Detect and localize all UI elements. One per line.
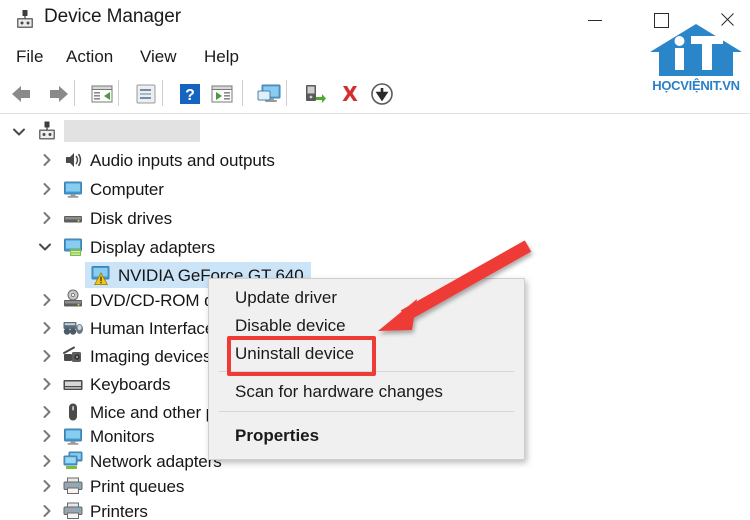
scan-hardware-icon[interactable] bbox=[256, 80, 284, 108]
chevron-right-icon[interactable] bbox=[38, 452, 56, 470]
chevron-down-icon[interactable] bbox=[36, 238, 54, 256]
watermark-logo: HỌCVIỆNIT.VN bbox=[645, 22, 745, 100]
disk-drive-icon bbox=[62, 208, 84, 230]
enable-device-icon[interactable] bbox=[300, 80, 328, 108]
minimize-icon bbox=[588, 19, 602, 21]
toolbar-divider bbox=[0, 113, 750, 114]
chevron-down-icon[interactable] bbox=[10, 123, 28, 141]
uninstall-device-icon[interactable] bbox=[336, 80, 364, 108]
window-title: Device Manager bbox=[44, 6, 181, 27]
tree-item-label: Display adapters bbox=[90, 238, 216, 257]
tree-item-label: Disk drives bbox=[90, 209, 173, 228]
toolbar-separator bbox=[118, 80, 119, 106]
tree-item-label: Computer bbox=[90, 180, 164, 199]
help-icon[interactable]: ? bbox=[176, 80, 204, 108]
context-menu-item-properties[interactable]: Properties bbox=[209, 421, 524, 451]
toolbar-separator bbox=[242, 80, 243, 106]
minimize-button[interactable] bbox=[572, 0, 618, 40]
chevron-right-icon[interactable] bbox=[38, 403, 56, 421]
monitor-icon bbox=[62, 178, 84, 200]
disable-device-icon[interactable] bbox=[368, 80, 396, 108]
root-computer-name-redacted bbox=[64, 120, 200, 142]
tree-item-label: Network adapters bbox=[90, 452, 222, 471]
imaging-device-icon bbox=[62, 345, 84, 367]
svg-text:?: ? bbox=[185, 87, 195, 104]
dvd-drive-icon bbox=[62, 288, 84, 310]
network-adapter-icon bbox=[62, 450, 84, 472]
chevron-right-icon[interactable] bbox=[38, 477, 56, 495]
chevron-right-icon[interactable] bbox=[38, 347, 56, 365]
tree-item-label: Monitors bbox=[90, 427, 155, 446]
forward-icon[interactable] bbox=[44, 80, 72, 108]
menu-action[interactable]: Action bbox=[62, 45, 117, 69]
toolbar-separator bbox=[286, 80, 287, 106]
device-manager-icon bbox=[14, 8, 36, 30]
chevron-right-icon[interactable] bbox=[38, 319, 56, 337]
context-menu-item-scan-for-hardware-changes[interactable]: Scan for hardware changes bbox=[209, 377, 524, 407]
chevron-right-icon[interactable] bbox=[38, 151, 56, 169]
menu-view[interactable]: View bbox=[136, 45, 181, 69]
menu-file[interactable]: File bbox=[12, 45, 47, 69]
chevron-right-icon[interactable] bbox=[38, 427, 56, 445]
chevron-right-icon[interactable] bbox=[38, 375, 56, 393]
tree-item-label: Printers bbox=[90, 502, 148, 520]
chevron-right-icon[interactable] bbox=[38, 502, 56, 520]
speaker-icon bbox=[62, 149, 84, 171]
title-bar: Device Manager bbox=[0, 0, 750, 40]
show-hide-console-tree-icon[interactable] bbox=[88, 80, 116, 108]
tree-item-label: Print queues bbox=[90, 477, 185, 496]
toolbar: ? bbox=[0, 74, 750, 114]
uninstall-device-highlight-box bbox=[227, 336, 376, 376]
chevron-right-icon[interactable] bbox=[38, 209, 56, 227]
device-manager-window: Device Manager File Action View Help ? A… bbox=[0, 0, 750, 520]
menu-help[interactable]: Help bbox=[200, 45, 243, 69]
chevron-right-icon[interactable] bbox=[38, 180, 56, 198]
properties-icon[interactable] bbox=[132, 80, 160, 108]
context-menu-separator bbox=[219, 411, 514, 412]
update-driver-icon[interactable] bbox=[208, 80, 236, 108]
tree-item-label: Keyboards bbox=[90, 375, 171, 394]
back-icon[interactable] bbox=[8, 80, 36, 108]
toolbar-separator bbox=[74, 80, 75, 106]
display-adapter-icon bbox=[62, 236, 84, 258]
tree-item-label: Audio inputs and outputs bbox=[90, 151, 275, 170]
toolbar-separator bbox=[162, 80, 163, 106]
menu-bar: File Action View Help bbox=[0, 42, 750, 72]
chevron-right-icon[interactable] bbox=[38, 291, 56, 309]
keyboard-icon bbox=[62, 374, 84, 396]
watermark-text: HỌCVIỆNIT.VN bbox=[652, 78, 740, 93]
monitor-icon bbox=[62, 425, 84, 447]
printer-icon bbox=[62, 475, 84, 497]
printer-icon bbox=[62, 500, 84, 520]
mouse-icon bbox=[62, 401, 84, 423]
hid-icon bbox=[62, 317, 84, 339]
context-menu-item-update-driver[interactable]: Update driver bbox=[209, 283, 524, 313]
tree-item-label: Imaging devices bbox=[90, 347, 212, 366]
computer-root-icon bbox=[36, 120, 58, 142]
warning-triangle-icon bbox=[93, 272, 109, 286]
